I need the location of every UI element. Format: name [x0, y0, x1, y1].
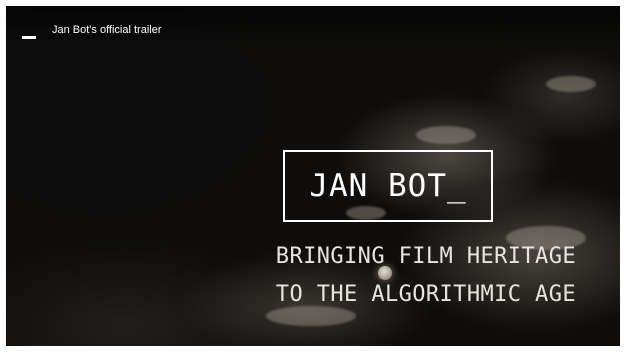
cloud-texture	[266, 306, 356, 326]
menu-icon[interactable]	[22, 36, 36, 39]
tagline-line-2: TO THE ALGORITHMIC AGE	[275, 282, 576, 307]
overlay-title: JAN BOT_	[309, 168, 467, 204]
tagline-line-1: BRINGING FILM HERITAGE	[275, 244, 576, 269]
cloud-texture	[546, 76, 596, 92]
overlay-title-box: JAN BOT_	[283, 150, 493, 222]
video-title[interactable]: Jan Bot's official trailer	[52, 24, 162, 36]
cloud-texture	[416, 126, 476, 144]
page-frame: Jan Bot's official trailer JAN BOT_ BRIN…	[0, 0, 628, 352]
